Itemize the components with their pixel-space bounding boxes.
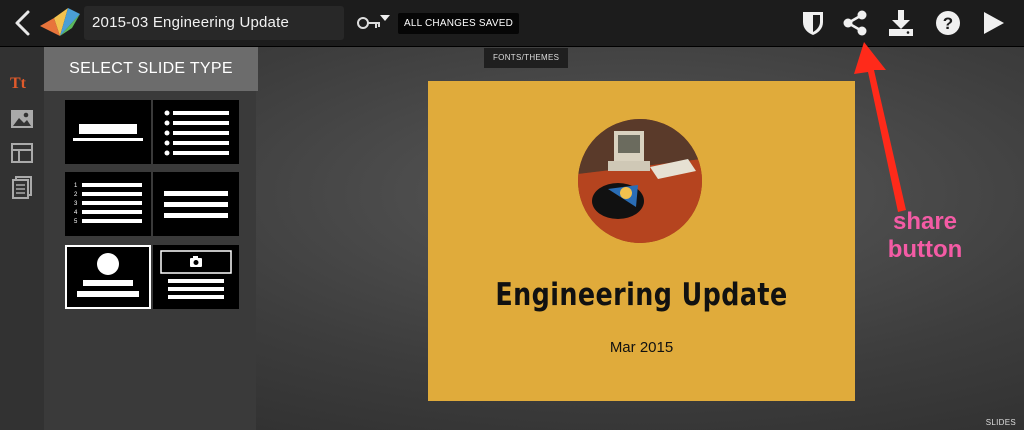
document-icon[interactable]	[10, 175, 34, 199]
fonts-themes-tab[interactable]: FONTS/THEMES	[484, 48, 569, 68]
annotation-line-2: button	[887, 236, 963, 263]
download-icon[interactable]	[886, 8, 916, 38]
help-icon[interactable]: ?	[933, 8, 963, 38]
slide-type-photo-title[interactable]	[65, 245, 151, 309]
key-icon[interactable]	[356, 12, 390, 34]
list-number: 4	[74, 210, 78, 216]
share-icon[interactable]	[840, 8, 870, 38]
layout-icon[interactable]	[10, 141, 34, 165]
svg-text:?: ?	[943, 14, 953, 33]
slides-tab[interactable]: SLIDES	[986, 418, 1016, 427]
play-icon[interactable]	[978, 8, 1008, 38]
slide-type-bullet-list[interactable]	[153, 100, 239, 164]
slide-canvas[interactable]: Engineering Update Mar 2015	[428, 81, 855, 401]
slide-type-panel: SELECT SLIDE TYPE 1 2 3 4 5	[44, 47, 258, 430]
slide-type-numbered-list[interactable]: 1 2 3 4 5	[65, 172, 151, 236]
text-tool-button[interactable]: Tt	[10, 75, 26, 93]
left-tool-rail: Tt	[0, 47, 45, 430]
annotation-arrow	[854, 42, 906, 212]
panel-header: SELECT SLIDE TYPE	[44, 47, 258, 91]
list-number: 5	[74, 219, 78, 225]
chevron-left-icon[interactable]	[10, 9, 36, 37]
shield-icon[interactable]	[798, 8, 828, 38]
slide-type-text-lines[interactable]	[153, 172, 239, 236]
save-status-badge: ALL CHANGES SAVED	[398, 13, 519, 34]
annotation-text: share button	[880, 208, 970, 264]
list-number: 3	[74, 201, 78, 207]
logo-icon	[40, 8, 80, 36]
slide-photo[interactable]	[578, 119, 702, 243]
slide-type-title[interactable]	[65, 100, 151, 164]
slide-date[interactable]: Mar 2015	[428, 339, 855, 356]
list-number: 2	[74, 192, 78, 198]
presentation-title[interactable]: 2015-03 Engineering Update	[84, 6, 344, 40]
slide-type-image-caption[interactable]	[153, 245, 239, 309]
annotation-line-1: share	[892, 208, 958, 235]
slide-title[interactable]: Engineering Update	[466, 277, 816, 313]
list-number: 1	[74, 183, 78, 189]
image-icon[interactable]	[10, 107, 34, 131]
